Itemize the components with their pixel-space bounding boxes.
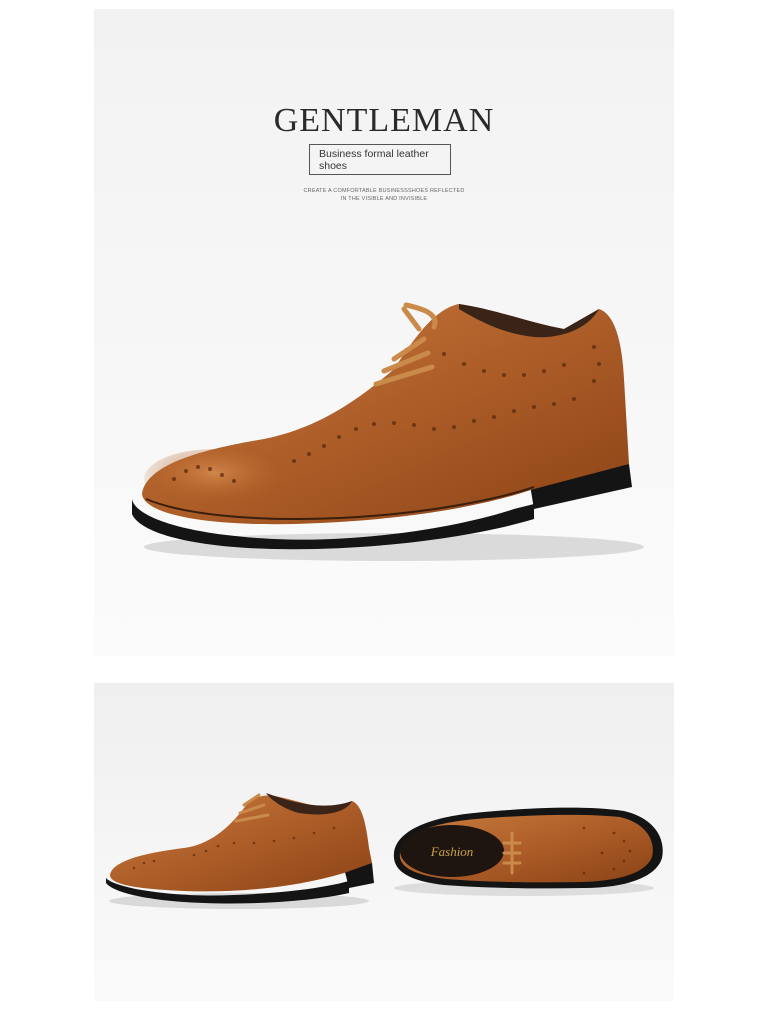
insole-brand-text: Fashion bbox=[430, 844, 474, 859]
main-shoe-image bbox=[132, 302, 644, 561]
side-view-shoe-image bbox=[106, 793, 374, 909]
hero-panel: GENTLEMAN Business formal leather shoes … bbox=[94, 9, 674, 656]
gallery-panel: Fashion bbox=[94, 683, 674, 1001]
top-view-shoe-image: Fashion bbox=[393, 807, 663, 896]
